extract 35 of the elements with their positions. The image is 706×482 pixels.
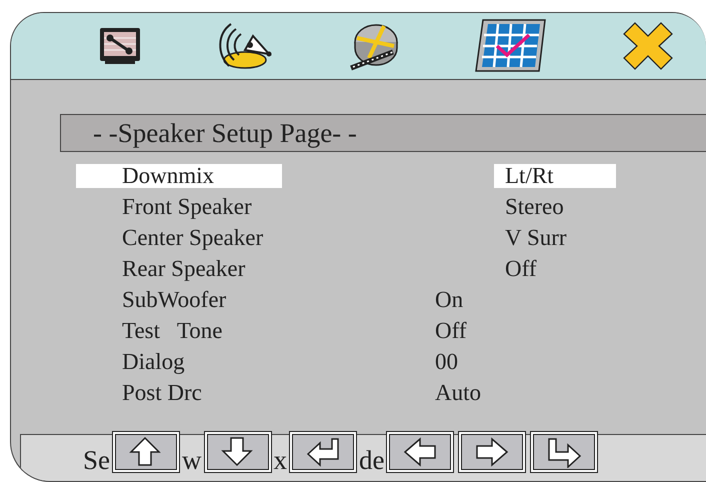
setting-label[interactable]: SubWoofer (76, 288, 282, 312)
setting-label[interactable]: Test Tone (76, 318, 282, 342)
status-text: de (359, 445, 384, 475)
nav-button[interactable] (204, 431, 272, 473)
left-arrow-icon (402, 436, 438, 468)
enter-arrow-icon (305, 436, 341, 468)
page-title: - -Speaker Setup Page- - (60, 114, 706, 152)
setting-value: 00 (434, 350, 459, 374)
right-arrow-icon (474, 436, 510, 468)
nav-button[interactable] (530, 431, 598, 473)
nav-button[interactable] (112, 431, 180, 473)
setting-value: Off (504, 256, 538, 280)
close-icon[interactable] (623, 22, 673, 70)
status-text: Se (83, 445, 110, 475)
setting-value: V Surr (504, 226, 568, 250)
nav-button[interactable] (386, 431, 454, 473)
down-arrow-icon (220, 436, 256, 468)
setting-label[interactable]: Front Speaker (76, 194, 282, 218)
setting-value: Lt/Rt (494, 164, 616, 188)
setting-label[interactable]: Center Speaker (76, 226, 282, 250)
setting-value: Stereo (504, 194, 565, 218)
return-arrow-icon (546, 436, 582, 468)
grid-check-icon[interactable] (475, 19, 547, 73)
setting-value: On (434, 288, 464, 312)
setting-label[interactable]: Post Drc (76, 380, 282, 404)
up-arrow-icon (128, 436, 164, 468)
nav-button[interactable] (289, 431, 357, 473)
setting-label[interactable]: Dialog (76, 350, 282, 374)
setting-label[interactable]: Downmix (76, 164, 282, 188)
nav-button[interactable] (458, 431, 526, 473)
setting-value: Off (434, 318, 468, 342)
setting-label[interactable]: Rear Speaker (76, 256, 282, 280)
status-text: w (182, 445, 202, 475)
setting-value: Auto (434, 380, 482, 404)
status-text: x (274, 445, 287, 475)
